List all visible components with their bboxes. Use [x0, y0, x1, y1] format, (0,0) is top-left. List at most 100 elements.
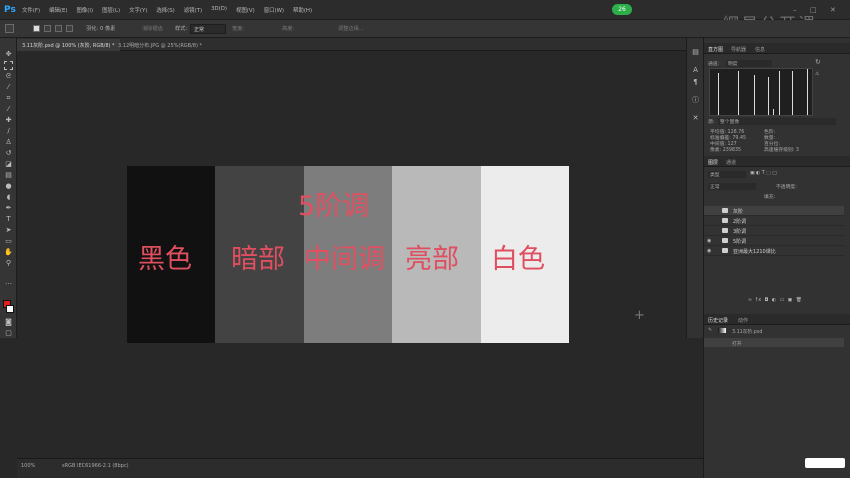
channel-select[interactable]: 明度 [726, 60, 772, 67]
feather-value[interactable]: 0 像素 [100, 25, 115, 32]
visibility-eye-icon[interactable]: ◉ [707, 248, 711, 254]
source-select[interactable]: 整个图像 [718, 118, 836, 125]
crop-tool-icon[interactable]: ⌗ [4, 94, 13, 103]
tab-actions[interactable]: 动作 [738, 317, 748, 324]
more-tools-icon[interactable]: … [4, 278, 13, 287]
character-panel-icon[interactable]: A [691, 66, 700, 75]
folder-icon [722, 238, 728, 243]
subtract-selection-icon[interactable] [55, 25, 62, 32]
new-selection-icon[interactable] [33, 25, 40, 32]
brush-tool-icon[interactable]: ∕ [4, 127, 13, 136]
refresh-histogram-icon[interactable]: ↻ [815, 58, 821, 66]
menu-image[interactable]: 图像(I) [77, 6, 94, 14]
tab-light-dark-doc[interactable]: 3.12明暗分布.JPG @ 25%(RGB/8) * [113, 39, 207, 51]
background-color-swatch[interactable] [6, 305, 14, 313]
visibility-eye-icon[interactable]: ◉ [707, 238, 711, 244]
folder-icon [722, 248, 728, 253]
style-select[interactable]: 正常 [190, 24, 226, 34]
quick-mask-icon[interactable]: ◙ [4, 318, 13, 327]
antialias-checkbox[interactable]: 消除锯齿 [142, 25, 163, 32]
document-profile: sRGB IEC61966-2.1 (8bpc) [62, 463, 129, 469]
refine-edge-button[interactable]: 调整边缘... [338, 25, 364, 32]
layer-kind-filter[interactable]: 类型 [708, 171, 746, 178]
layers-panel-tabs: 图层 通道 [704, 156, 850, 167]
history-panel-tabs: 历史记录 动作 [704, 314, 850, 325]
history-snapshot-icon[interactable]: ✎ [708, 328, 712, 333]
history-snapshot-name[interactable]: 3.11灰阶.psd [732, 328, 762, 335]
label-midtones: 中间调 [304, 244, 385, 275]
menu-filter[interactable]: 滤镜(T) [184, 6, 202, 14]
layer-actions-icons[interactable]: ∞ fx ◘ ◐ ▭ ▣ 🗑 [748, 298, 803, 303]
lasso-tool-icon[interactable]: ᘓ [4, 72, 13, 81]
layer-row[interactable]: 2阶调 [704, 216, 844, 226]
histogram-bar [718, 73, 719, 115]
menu-select[interactable]: 选择(S) [156, 6, 174, 14]
histogram-bar [792, 71, 793, 115]
label-shadows: 暗部 [231, 244, 285, 275]
blur-tool-icon[interactable]: ● [4, 182, 13, 191]
menu-3d[interactable]: 3D(D) [211, 6, 227, 14]
menu-help[interactable]: 帮助(H) [293, 6, 312, 14]
menu-window[interactable]: 窗口(W) [264, 6, 284, 14]
marquee-tool-preset-icon[interactable] [5, 24, 14, 33]
type-tool-icon[interactable]: T [4, 215, 13, 224]
crosshair-cursor-icon: + [634, 308, 645, 323]
dodge-tool-icon[interactable]: ◖ [4, 193, 13, 202]
info-panel-icon[interactable]: ⓘ [691, 96, 700, 105]
height-label: 高度: [282, 26, 295, 32]
eraser-icon[interactable]: ◪ [4, 160, 13, 169]
tab-grayscale-doc[interactable]: 3.11灰阶.psd @ 100% (灰阶, RGB/8) * [17, 39, 120, 51]
tool-presets-icon[interactable]: ✕ [691, 114, 700, 123]
hand-tool-icon[interactable]: ✋ [4, 248, 13, 257]
add-selection-icon[interactable] [44, 25, 51, 32]
tab-history[interactable]: 历史记录 [708, 317, 728, 324]
layer-row[interactable]: 3阶调 [704, 226, 844, 236]
zoom-level[interactable]: 100% [21, 463, 35, 469]
magic-wand-icon[interactable]: ⁄ [4, 83, 13, 92]
blend-mode-select[interactable]: 正常 [708, 183, 756, 190]
snapshot-thumbnail [718, 328, 726, 333]
source-label: 源: [708, 120, 715, 125]
history-step-selected[interactable] [704, 338, 844, 347]
gradient-tool-icon[interactable]: ▤ [4, 171, 13, 180]
layer-row[interactable]: 灰阶 [704, 206, 844, 216]
rectangle-tool-icon[interactable]: ▭ [4, 237, 13, 246]
opacity-label: 不透明度: [776, 185, 797, 190]
eyedropper-icon[interactable]: ⁄ [4, 105, 13, 114]
menu-file[interactable]: 文件(F) [22, 6, 40, 14]
minimize-icon[interactable]: – [793, 7, 801, 14]
layer-filter-icons[interactable]: ▣ ◐ T ⬚ ▢ [750, 171, 777, 176]
pen-tool-icon[interactable]: ✒ [4, 204, 13, 213]
histogram-bar [773, 109, 774, 115]
zoom-tool-icon[interactable]: ⚲ [4, 259, 13, 268]
menu-type[interactable]: 文字(Y) [129, 6, 147, 14]
tone-title: 5阶调 [298, 191, 370, 222]
maximize-icon[interactable]: □ [810, 7, 818, 14]
ime-toolbar[interactable] [805, 458, 845, 468]
tab-info[interactable]: 信息 [755, 46, 765, 53]
paragraph-panel-icon[interactable]: ¶ [691, 78, 700, 87]
move-tool-icon[interactable]: ✥ [4, 50, 13, 59]
close-icon[interactable]: ✕ [830, 7, 838, 14]
tab-navigator[interactable]: 导航器 [731, 46, 746, 53]
marquee-tool-icon[interactable] [4, 61, 13, 70]
menu-view[interactable]: 视图(V) [236, 6, 255, 14]
history-step-open[interactable]: 打开 [732, 340, 742, 347]
histogram-bar [754, 75, 755, 115]
clone-stamp-icon[interactable]: ♙ [4, 138, 13, 147]
menu-layer[interactable]: 图层(L) [102, 6, 120, 14]
layer-row[interactable]: ◉ 亚洲最大1210课比 [704, 246, 844, 256]
tab-channels[interactable]: 通道 [726, 159, 736, 166]
path-select-icon[interactable]: ➤ [4, 226, 13, 235]
history-brush-icon[interactable]: ↺ [4, 149, 13, 158]
tab-layers[interactable]: 图层 [708, 159, 718, 166]
tab-histogram[interactable]: 直方图 [708, 46, 723, 53]
screen-mode-icon[interactable]: ▢ [4, 329, 13, 338]
stat-cache-level: 高速缓存级别: 3 [764, 148, 799, 153]
menu-edit[interactable]: 编辑(E) [49, 6, 67, 14]
intersect-selection-icon[interactable] [66, 25, 73, 32]
layer-row[interactable]: ◉ 5阶调 [704, 236, 844, 246]
history-panel-icon[interactable]: ▤ [691, 48, 700, 57]
healing-brush-icon[interactable]: ✚ [4, 116, 13, 125]
notification-badge[interactable]: 26 [612, 4, 632, 15]
